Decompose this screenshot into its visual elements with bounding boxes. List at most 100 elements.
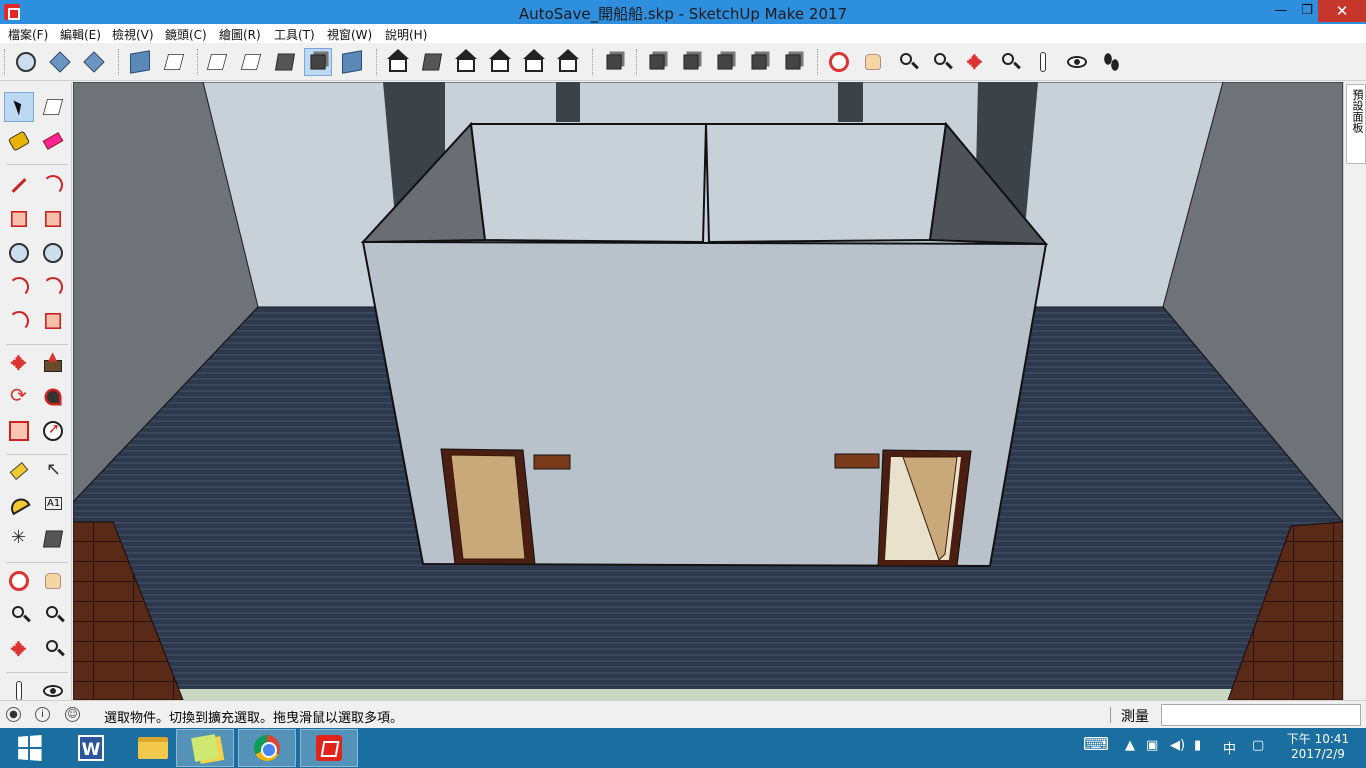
model-viewport[interactable] <box>73 82 1343 700</box>
walk-button[interactable] <box>1097 48 1125 76</box>
line-tool[interactable] <box>4 170 34 200</box>
zoom-window-tool[interactable] <box>38 600 68 630</box>
protractor-tool[interactable] <box>4 490 34 520</box>
look-around-button[interactable] <box>1063 48 1091 76</box>
menu-help[interactable]: 說明(H) <box>385 26 427 43</box>
circle-tool[interactable] <box>4 238 34 268</box>
tape-measure-tool[interactable] <box>4 456 34 486</box>
zoom-extents-button[interactable] <box>961 48 989 76</box>
toolbar-grip[interactable] <box>592 49 595 75</box>
move-tool[interactable] <box>4 348 34 378</box>
taskbar-sketchup[interactable] <box>300 729 358 767</box>
volume-icon[interactable]: ◀) <box>1170 738 1185 753</box>
3d-text-tool[interactable] <box>38 524 68 554</box>
outer-shell-button[interactable] <box>600 48 628 76</box>
toolbar-grip[interactable] <box>118 49 121 75</box>
show-hidden-icons-icon[interactable]: ▲ <box>1125 738 1135 753</box>
arc-tool[interactable] <box>4 272 34 302</box>
warehouse-button[interactable] <box>126 48 154 76</box>
orbit-button[interactable] <box>825 48 853 76</box>
previous-view-button[interactable] <box>995 48 1023 76</box>
rectangle-tool[interactable] <box>4 204 34 234</box>
user-icon[interactable]: ☺ <box>65 707 80 722</box>
view-top-button[interactable] <box>418 48 446 76</box>
eraser-tool[interactable] <box>38 126 68 156</box>
view-back-button[interactable] <box>520 48 548 76</box>
battery-icon[interactable]: ▮ <box>1194 738 1201 753</box>
view-right-button[interactable] <box>486 48 514 76</box>
menu-camera[interactable]: 鏡頭(C) <box>165 26 207 43</box>
follow-me-tool[interactable] <box>38 382 68 412</box>
taskbar-sticky-notes[interactable] <box>176 729 234 767</box>
menu-edit[interactable]: 編輯(E) <box>60 26 101 43</box>
ime-indicator[interactable]: 中 <box>1223 738 1236 757</box>
ime-mode-icon[interactable]: ▢ <box>1252 738 1264 753</box>
taskbar-chrome[interactable] <box>238 729 296 767</box>
toolbar-grip[interactable] <box>4 49 7 75</box>
toolbar-grip[interactable] <box>636 49 639 75</box>
menu-file[interactable]: 檔案(F) <box>8 26 48 43</box>
network-icon[interactable]: ▣ <box>1146 738 1158 753</box>
offset-tool[interactable] <box>38 416 68 446</box>
toolbar-grip[interactable] <box>817 49 820 75</box>
rotate-tool[interactable] <box>4 382 34 412</box>
previous-view-tool[interactable] <box>38 634 68 664</box>
hidden-line-style-button[interactable] <box>271 48 299 76</box>
pie-tool[interactable] <box>38 306 68 336</box>
zoom-button[interactable] <box>893 48 921 76</box>
geo-location-icon[interactable]: ● <box>6 707 21 722</box>
start-button[interactable] <box>0 729 58 767</box>
view-left-button[interactable] <box>554 48 582 76</box>
taskbar-word[interactable]: W <box>62 729 120 767</box>
polygon-tool[interactable] <box>38 238 68 268</box>
menu-draw[interactable]: 繪圖(R) <box>219 26 261 43</box>
push-pull-tool[interactable] <box>38 348 68 378</box>
menu-tools[interactable]: 工具(T) <box>274 26 315 43</box>
display-section-button[interactable] <box>80 48 108 76</box>
view-front-button[interactable] <box>452 48 480 76</box>
menu-window[interactable]: 視窗(W) <box>327 26 372 43</box>
subtract-button[interactable] <box>711 48 739 76</box>
pan-tool[interactable] <box>38 566 68 596</box>
toolbar-grip[interactable] <box>197 49 200 75</box>
touch-keyboard-icon[interactable]: ⌨ <box>1083 734 1109 755</box>
close-button[interactable]: ✕ <box>1318 0 1366 22</box>
zoom-window-button[interactable] <box>927 48 955 76</box>
orbit-tool[interactable] <box>4 566 34 596</box>
section-plane-icon <box>49 51 71 73</box>
measurements-input[interactable] <box>1161 704 1361 726</box>
textured-style-button[interactable] <box>338 48 366 76</box>
intersect-button[interactable] <box>643 48 671 76</box>
extension-button[interactable] <box>160 48 188 76</box>
split-button[interactable] <box>779 48 807 76</box>
section-plane-button[interactable] <box>46 48 74 76</box>
xray-style-button[interactable] <box>203 48 231 76</box>
wireframe-style-button[interactable] <box>237 48 265 76</box>
credits-icon[interactable]: i <box>35 707 50 722</box>
position-camera-button[interactable] <box>1029 48 1057 76</box>
view-iso-house-button[interactable] <box>384 48 412 76</box>
zoom-extents-tool[interactable] <box>4 634 34 664</box>
text-tool[interactable] <box>38 490 68 520</box>
freehand-tool[interactable] <box>38 170 68 200</box>
default-tray-tab[interactable]: 預設面板 <box>1346 84 1366 164</box>
views-iso-button[interactable] <box>12 48 40 76</box>
three-point-arc-tool[interactable] <box>4 306 34 336</box>
shaded-style-button[interactable] <box>304 48 332 76</box>
taskbar-clock[interactable]: 下午 10:41 2017/2/9 <box>1280 732 1356 762</box>
make-component-tool[interactable] <box>38 92 68 122</box>
trim-button[interactable] <box>745 48 773 76</box>
taskbar-file-explorer[interactable] <box>124 729 182 767</box>
pan-button[interactable] <box>859 48 887 76</box>
paint-bucket-tool[interactable] <box>4 126 34 156</box>
two-point-arc-tool[interactable] <box>38 272 68 302</box>
select-tool[interactable] <box>4 92 34 122</box>
toolbar-grip[interactable] <box>376 49 379 75</box>
rotated-rectangle-tool[interactable] <box>38 204 68 234</box>
zoom-tool[interactable] <box>4 600 34 630</box>
axes-tool[interactable] <box>4 524 34 554</box>
menu-view[interactable]: 檢視(V) <box>112 26 154 43</box>
union-button[interactable] <box>677 48 705 76</box>
dimension-tool[interactable] <box>38 456 68 486</box>
scale-tool[interactable] <box>4 416 34 446</box>
